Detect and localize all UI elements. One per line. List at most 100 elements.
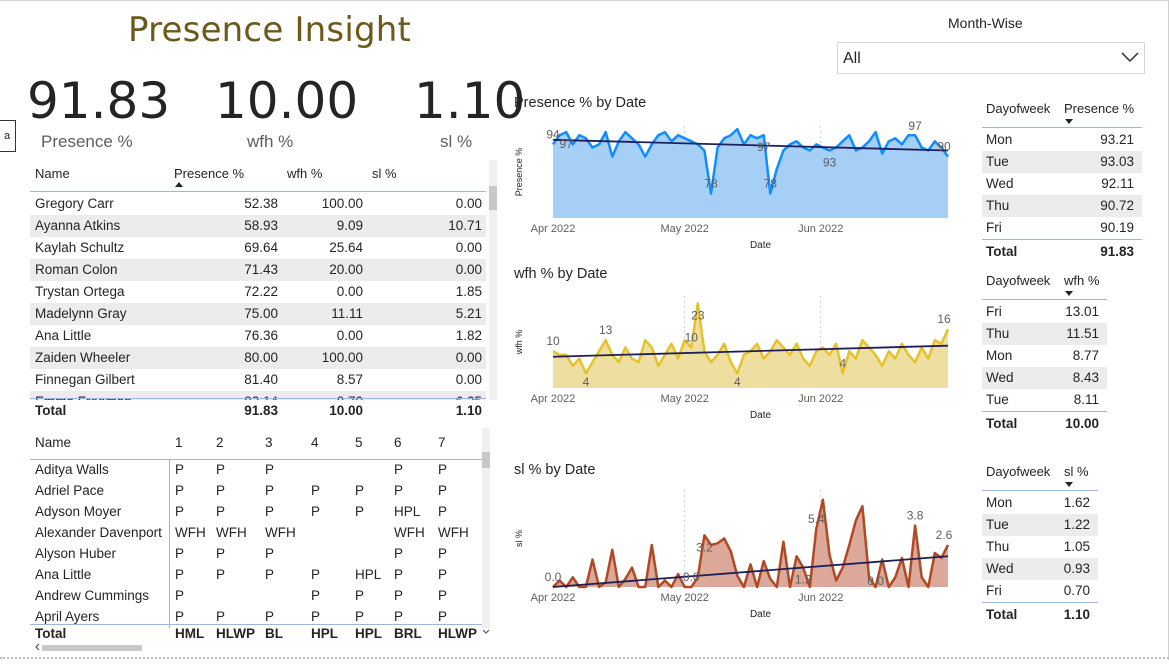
dow-day: Fri bbox=[986, 304, 1002, 319]
row-presence: 75.00 bbox=[244, 306, 278, 321]
table-row[interactable]: Ana Little 76.36 0.00 1.82 bbox=[30, 325, 486, 347]
matrix-cell: P bbox=[175, 546, 185, 561]
dow-row[interactable]: Fri 13.01 bbox=[982, 301, 1107, 323]
matrix-row[interactable]: Andrew Cummings P P P P P bbox=[30, 586, 482, 607]
dow-col-header-day[interactable]: Dayofweek bbox=[986, 464, 1050, 479]
edge-tab[interactable]: a bbox=[0, 120, 16, 152]
row-name: Finnegan Gilbert bbox=[35, 372, 135, 387]
matrix-cell: P bbox=[438, 609, 448, 624]
scroll-left-icon[interactable] bbox=[33, 642, 41, 652]
matrix-col-header-name[interactable]: Name bbox=[35, 435, 71, 450]
dow-value: 92.11 bbox=[1101, 176, 1134, 191]
employee-rows: Gregory Carr 52.38 100.00 0.00 Ayanna Atkins… bbox=[30, 193, 486, 400]
employee-table-scroll-thumb[interactable] bbox=[489, 186, 497, 210]
matrix-cell: P bbox=[216, 462, 226, 477]
matrix-row-name: Alexander Davenport bbox=[35, 525, 162, 540]
row-sl: 5.21 bbox=[455, 306, 482, 321]
matrix-col-header-day[interactable]: 3 bbox=[265, 435, 273, 450]
matrix-row[interactable]: Adriel Pace P P P P P P P bbox=[30, 481, 482, 502]
matrix-cell: P bbox=[216, 483, 226, 498]
col-header-wfh[interactable]: wfh % bbox=[287, 166, 322, 181]
matrix-total-cell: BRL bbox=[394, 626, 422, 641]
dow-row[interactable]: Tue 93.03 bbox=[982, 151, 1142, 173]
dow-col-header-day[interactable]: Dayofweek bbox=[986, 273, 1050, 288]
dow-value: 93.03 bbox=[1100, 154, 1134, 169]
col-header-sl[interactable]: sl % bbox=[372, 166, 397, 181]
scroll-down-icon[interactable] bbox=[481, 627, 491, 637]
sort-descending-icon bbox=[1065, 291, 1073, 296]
row-name: Madelynn Gray bbox=[35, 306, 127, 321]
matrix-col-header-day[interactable]: 2 bbox=[216, 435, 224, 450]
table-row[interactable]: Roman Colon 71.43 20.00 0.00 bbox=[30, 259, 486, 281]
data-label: 16 bbox=[937, 312, 951, 326]
dow-col-header-value[interactable]: wfh % bbox=[1064, 273, 1099, 288]
dow-day: Wed bbox=[986, 370, 1014, 385]
series-area bbox=[553, 499, 948, 587]
dow-day: Wed bbox=[986, 561, 1014, 576]
data-label: 4 bbox=[839, 356, 846, 370]
report-top-border bbox=[0, 0, 1169, 5]
dow-day: Thu bbox=[986, 326, 1010, 341]
total-label: Total bbox=[35, 403, 67, 418]
dow-day: Wed bbox=[986, 176, 1014, 191]
dow-day: Mon bbox=[986, 495, 1013, 510]
matrix-row-name: Ana Little bbox=[35, 567, 92, 582]
matrix-col-header-day[interactable]: 4 bbox=[311, 435, 319, 450]
matrix-row[interactable]: Alyson Huber P P P P P bbox=[30, 544, 482, 565]
matrix-row[interactable]: Adyson Moyer P P P P P HPL P bbox=[30, 502, 482, 523]
row-sl: 0.00 bbox=[455, 372, 482, 387]
chevron-down-icon[interactable] bbox=[1119, 44, 1141, 70]
table-row[interactable]: Zaiden Wheeler 80.00 100.00 0.00 bbox=[30, 347, 486, 369]
matrix-col-header-day[interactable]: 1 bbox=[175, 435, 183, 450]
table-row[interactable]: Trystan Ortega 72.22 0.00 1.85 bbox=[30, 281, 486, 303]
dow-row[interactable]: Thu 11.51 bbox=[982, 323, 1107, 345]
col-header-presence[interactable]: Presence % bbox=[174, 166, 244, 181]
dow-total-value: 10.00 bbox=[1065, 416, 1099, 431]
dow-row[interactable]: Fri 0.70 bbox=[982, 580, 1098, 602]
matrix-row[interactable]: Aditya Walls P P P P P bbox=[30, 460, 482, 481]
row-presence: 80.00 bbox=[244, 350, 278, 365]
table-row[interactable]: Ayanna Atkins 58.93 9.09 10.71 bbox=[30, 215, 486, 237]
dow-row[interactable]: Wed 8.43 bbox=[982, 367, 1107, 389]
dow-col-header-day[interactable]: Dayofweek bbox=[986, 101, 1050, 116]
matrix-col-header-day[interactable]: 7 bbox=[438, 435, 446, 450]
presence-by-date-chart[interactable]: 9497789778939790Apr 2022 May 2022 Jun 2022… bbox=[508, 118, 968, 253]
table-row[interactable]: Finnegan Gilbert 81.40 8.57 0.00 bbox=[30, 369, 486, 391]
matrix-col-header-day[interactable]: 6 bbox=[394, 435, 402, 450]
data-label: 78 bbox=[704, 176, 718, 190]
dow-value: 11.51 bbox=[1066, 326, 1099, 341]
matrix-horizontal-scroll-thumb[interactable] bbox=[42, 645, 142, 651]
dow-row[interactable]: Mon 93.21 bbox=[982, 129, 1142, 151]
matrix-rows: Aditya Walls P P P P P Adriel Pace P P P P P P P Adyso… bbox=[30, 460, 482, 626]
data-label: 97 bbox=[559, 137, 573, 151]
matrix-cell: P bbox=[265, 609, 275, 624]
matrix-col-header-day[interactable]: 5 bbox=[355, 435, 363, 450]
dow-row[interactable]: Mon 8.77 bbox=[982, 345, 1107, 367]
month-slicer-dropdown[interactable] bbox=[837, 42, 1145, 74]
x-tick-label: Apr 2022 bbox=[531, 592, 576, 604]
col-header-name[interactable]: Name bbox=[35, 166, 70, 181]
sl-by-date-chart[interactable]: 0.0 3.2 0.0 1.2 5.4 0.0 3.8 2.6 Apr 2022 May 2022… bbox=[508, 482, 968, 622]
dow-row[interactable]: Mon 1.62 bbox=[982, 492, 1098, 514]
dow-row[interactable]: Thu 1.05 bbox=[982, 536, 1098, 558]
row-name: Kaylah Schultz bbox=[35, 240, 125, 255]
dow-row[interactable]: Wed 92.11 bbox=[982, 173, 1142, 195]
dow-row[interactable]: Thu 90.72 bbox=[982, 195, 1142, 217]
table-row[interactable]: Gregory Carr 52.38 100.00 0.00 bbox=[30, 193, 486, 215]
dow-total-divider bbox=[982, 602, 1098, 603]
matrix-row[interactable]: Ana Little P P P P HPL P P bbox=[30, 565, 482, 586]
row-presence: 76.36 bbox=[244, 328, 278, 343]
table-row[interactable]: Madelynn Gray 75.00 11.11 5.21 bbox=[30, 303, 486, 325]
dow-col-header-value[interactable]: Presence % bbox=[1064, 101, 1134, 116]
table-row[interactable]: Kaylah Schultz 69.64 25.64 0.00 bbox=[30, 237, 486, 259]
matrix-row[interactable]: Alexander Davenport WFH WFH WFH WFH WFH bbox=[30, 523, 482, 544]
dow-value: 0.93 bbox=[1063, 561, 1090, 576]
dow-row[interactable]: Tue 1.22 bbox=[982, 514, 1098, 536]
wfh-by-date-chart[interactable]: 10 4 13 23 10 4 4 16 Apr 2022 May 2022 Jun 2022 Dat… bbox=[508, 288, 968, 423]
dow-row[interactable]: Tue 8.11 bbox=[982, 389, 1107, 411]
data-label: 94 bbox=[546, 127, 560, 141]
dow-row[interactable]: Fri 90.19 bbox=[982, 217, 1142, 239]
dow-col-header-value[interactable]: sl % bbox=[1064, 464, 1089, 479]
dow-row[interactable]: Wed 0.93 bbox=[982, 558, 1098, 580]
matrix-vertical-scroll-thumb[interactable] bbox=[482, 452, 490, 468]
